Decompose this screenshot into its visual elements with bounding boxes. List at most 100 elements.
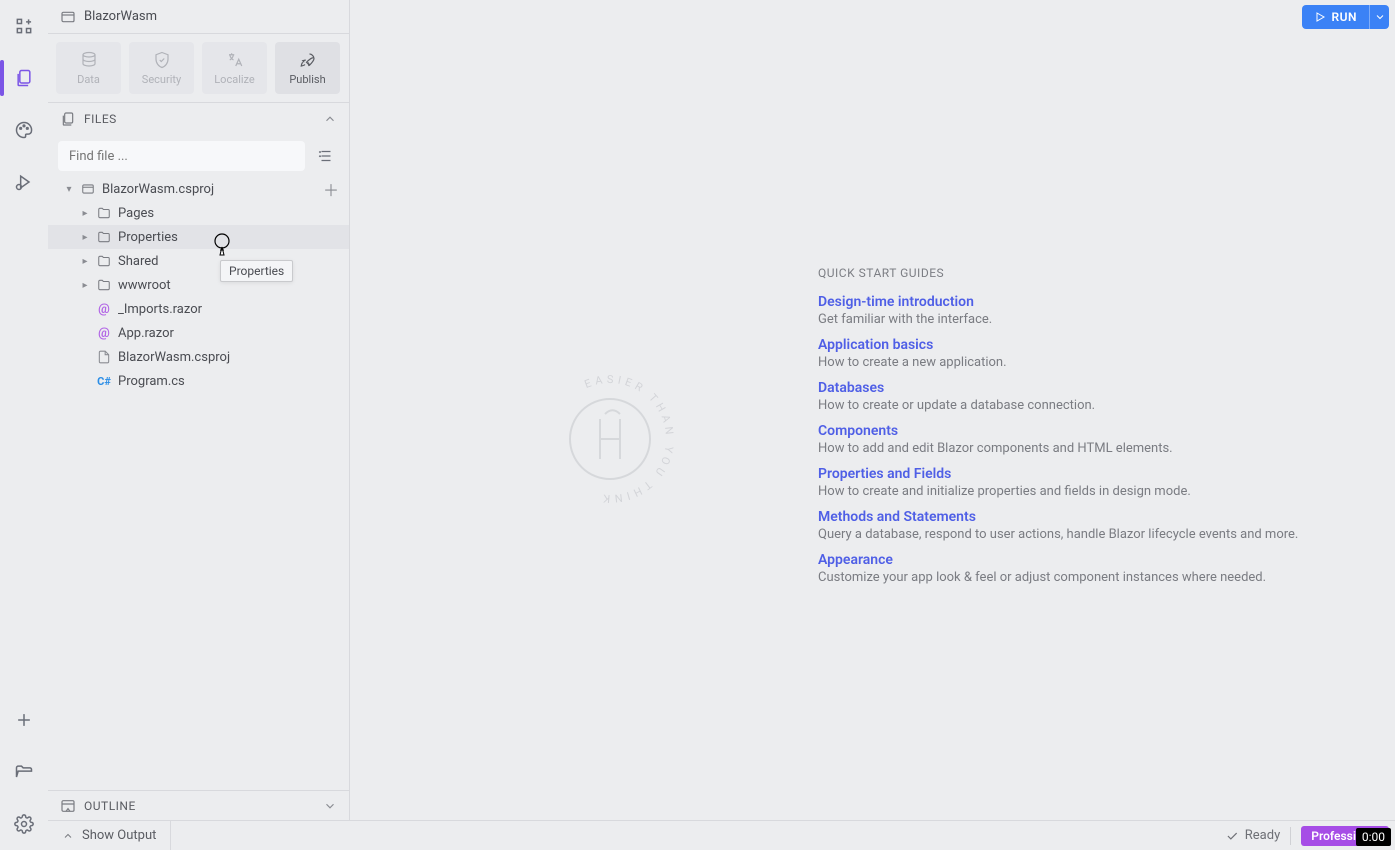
side-panel: BlazorWasm Data Security Localize Publis… (48, 0, 350, 820)
guide-link-design[interactable]: Design-time introduction (818, 294, 1378, 310)
chevron-up-icon (62, 830, 74, 842)
document-icon (96, 349, 112, 365)
security-button[interactable]: Security (129, 42, 194, 94)
rocket-icon (299, 51, 317, 69)
caret-right-icon: ▸ (80, 208, 90, 219)
guide-desc: How to add and edit Blazor components an… (818, 441, 1173, 456)
guide-desc: How to create a new application. (818, 355, 1007, 370)
settings-icon[interactable] (12, 812, 36, 836)
tree-folder-pages[interactable]: ▸ Pages (48, 201, 349, 225)
file-tree: ▾ BlazorWasm.csproj ＋ ▸ Pages ▸ Properti… (48, 177, 349, 790)
files-title: FILES (84, 112, 117, 126)
add-icon[interactable] (12, 708, 36, 732)
project-icon (60, 9, 76, 25)
open-folder-icon[interactable] (12, 760, 36, 784)
status-ready: Ready (1225, 828, 1280, 843)
tree-label: Properties (118, 230, 178, 245)
chevron-up-icon[interactable] (323, 112, 337, 126)
razor-icon: @ (96, 325, 112, 341)
folder-icon (96, 277, 112, 293)
watermark-logo: EASIER THAN YOU THINK (540, 369, 680, 509)
find-file-input[interactable] (58, 141, 305, 171)
caret-right-icon: ▸ (80, 232, 90, 243)
show-output-label: Show Output (82, 828, 156, 843)
translate-icon (226, 51, 244, 69)
main-content: EASIER THAN YOU THINK QUICK START GUIDES… (350, 34, 1395, 820)
data-label: Data (77, 73, 100, 86)
guide-link-components[interactable]: Components (818, 423, 1378, 439)
folder-icon (96, 205, 112, 221)
guide-link-properties[interactable]: Properties and Fields (818, 466, 1378, 482)
guide-link-methods[interactable]: Methods and Statements (818, 509, 1378, 525)
debug-icon[interactable] (12, 170, 36, 194)
guide-desc: Get familiar with the interface. (818, 312, 992, 327)
check-icon (1225, 829, 1239, 843)
folder-icon (96, 229, 112, 245)
tree-folder-wwwroot[interactable]: ▸ wwwroot (48, 273, 349, 297)
tree-file-csproj[interactable]: BlazorWasm.csproj (48, 345, 349, 369)
top-bar: RUN (350, 0, 1395, 34)
guide-link-basics[interactable]: Application basics (818, 337, 1378, 353)
project-file-icon (80, 181, 96, 197)
tree-label: Shared (118, 254, 158, 269)
tree-file-imports[interactable]: @ _Imports.razor (48, 297, 349, 321)
razor-icon: @ (96, 301, 112, 317)
svg-text:EASIER THAN YOU THINK: EASIER THAN YOU THINK (583, 373, 677, 505)
guide-link-databases[interactable]: Databases (818, 380, 1378, 396)
shield-icon (153, 51, 171, 69)
run-label: RUN (1332, 10, 1358, 24)
icon-rail (0, 0, 48, 850)
status-bar: Show Output Ready Professional (48, 820, 1395, 850)
guide-link-appearance[interactable]: Appearance (818, 552, 1378, 568)
chevron-down-icon[interactable] (323, 799, 337, 813)
add-file-icon[interactable]: ＋ (323, 177, 339, 201)
outline-title: OUTLINE (84, 799, 136, 813)
guide-desc: How to create or update a database conne… (818, 398, 1095, 413)
outline-header[interactable]: OUTLINE (48, 790, 349, 820)
security-label: Security (142, 73, 181, 86)
caret-right-icon: ▸ (80, 280, 90, 291)
tree-folder-shared[interactable]: ▸ Shared (48, 249, 349, 273)
database-icon (80, 51, 98, 69)
tree-collapse-icon[interactable] (313, 143, 339, 169)
folder-icon (96, 253, 112, 269)
caret-down-icon: ▾ (64, 184, 74, 195)
project-name: BlazorWasm (84, 9, 157, 24)
files-header[interactable]: FILES (48, 103, 349, 135)
show-output-button[interactable]: Show Output (48, 821, 171, 850)
tree-file-label: _Imports.razor (118, 302, 202, 317)
quickstart-panel: QUICK START GUIDES Design-time introduct… (818, 266, 1378, 595)
tree-file-label: Program.cs (118, 374, 185, 389)
localize-button[interactable]: Localize (202, 42, 267, 94)
tree-file-label: App.razor (118, 326, 174, 341)
tooltip: Properties (220, 260, 293, 282)
guide-desc: Customize your app look & feel or adjust… (818, 570, 1266, 585)
files-nav-icon[interactable] (12, 66, 36, 90)
tree-file-app[interactable]: @ App.razor (48, 321, 349, 345)
run-dropdown[interactable] (1369, 5, 1389, 29)
tree-root[interactable]: ▾ BlazorWasm.csproj ＋ (48, 177, 349, 201)
play-icon (1314, 11, 1326, 23)
tree-folder-properties[interactable]: ▸ Properties (48, 225, 349, 249)
run-button[interactable]: RUN (1302, 5, 1390, 29)
outline-icon (60, 798, 76, 814)
guide-desc: How to create and initialize properties … (818, 484, 1191, 499)
palette-icon[interactable] (12, 118, 36, 142)
files-icon (60, 111, 76, 127)
publish-label: Publish (289, 73, 325, 86)
data-button[interactable]: Data (56, 42, 121, 94)
csharp-icon: C# (96, 373, 112, 389)
ready-label: Ready (1245, 828, 1280, 843)
caret-right-icon: ▸ (80, 256, 90, 267)
time-indicator: 0:00 (1356, 828, 1391, 846)
publish-button[interactable]: Publish (275, 42, 340, 94)
tree-label: wwwroot (118, 278, 171, 293)
tree-file-label: BlazorWasm.csproj (118, 350, 230, 365)
add-component-icon[interactable] (12, 14, 36, 38)
quickstart-title: QUICK START GUIDES (818, 266, 1378, 280)
tree-file-program[interactable]: C# Program.cs (48, 369, 349, 393)
localize-label: Localize (214, 73, 255, 86)
divider (1290, 827, 1291, 845)
guide-desc: Query a database, respond to user action… (818, 527, 1298, 542)
tree-root-label: BlazorWasm.csproj (102, 182, 214, 197)
